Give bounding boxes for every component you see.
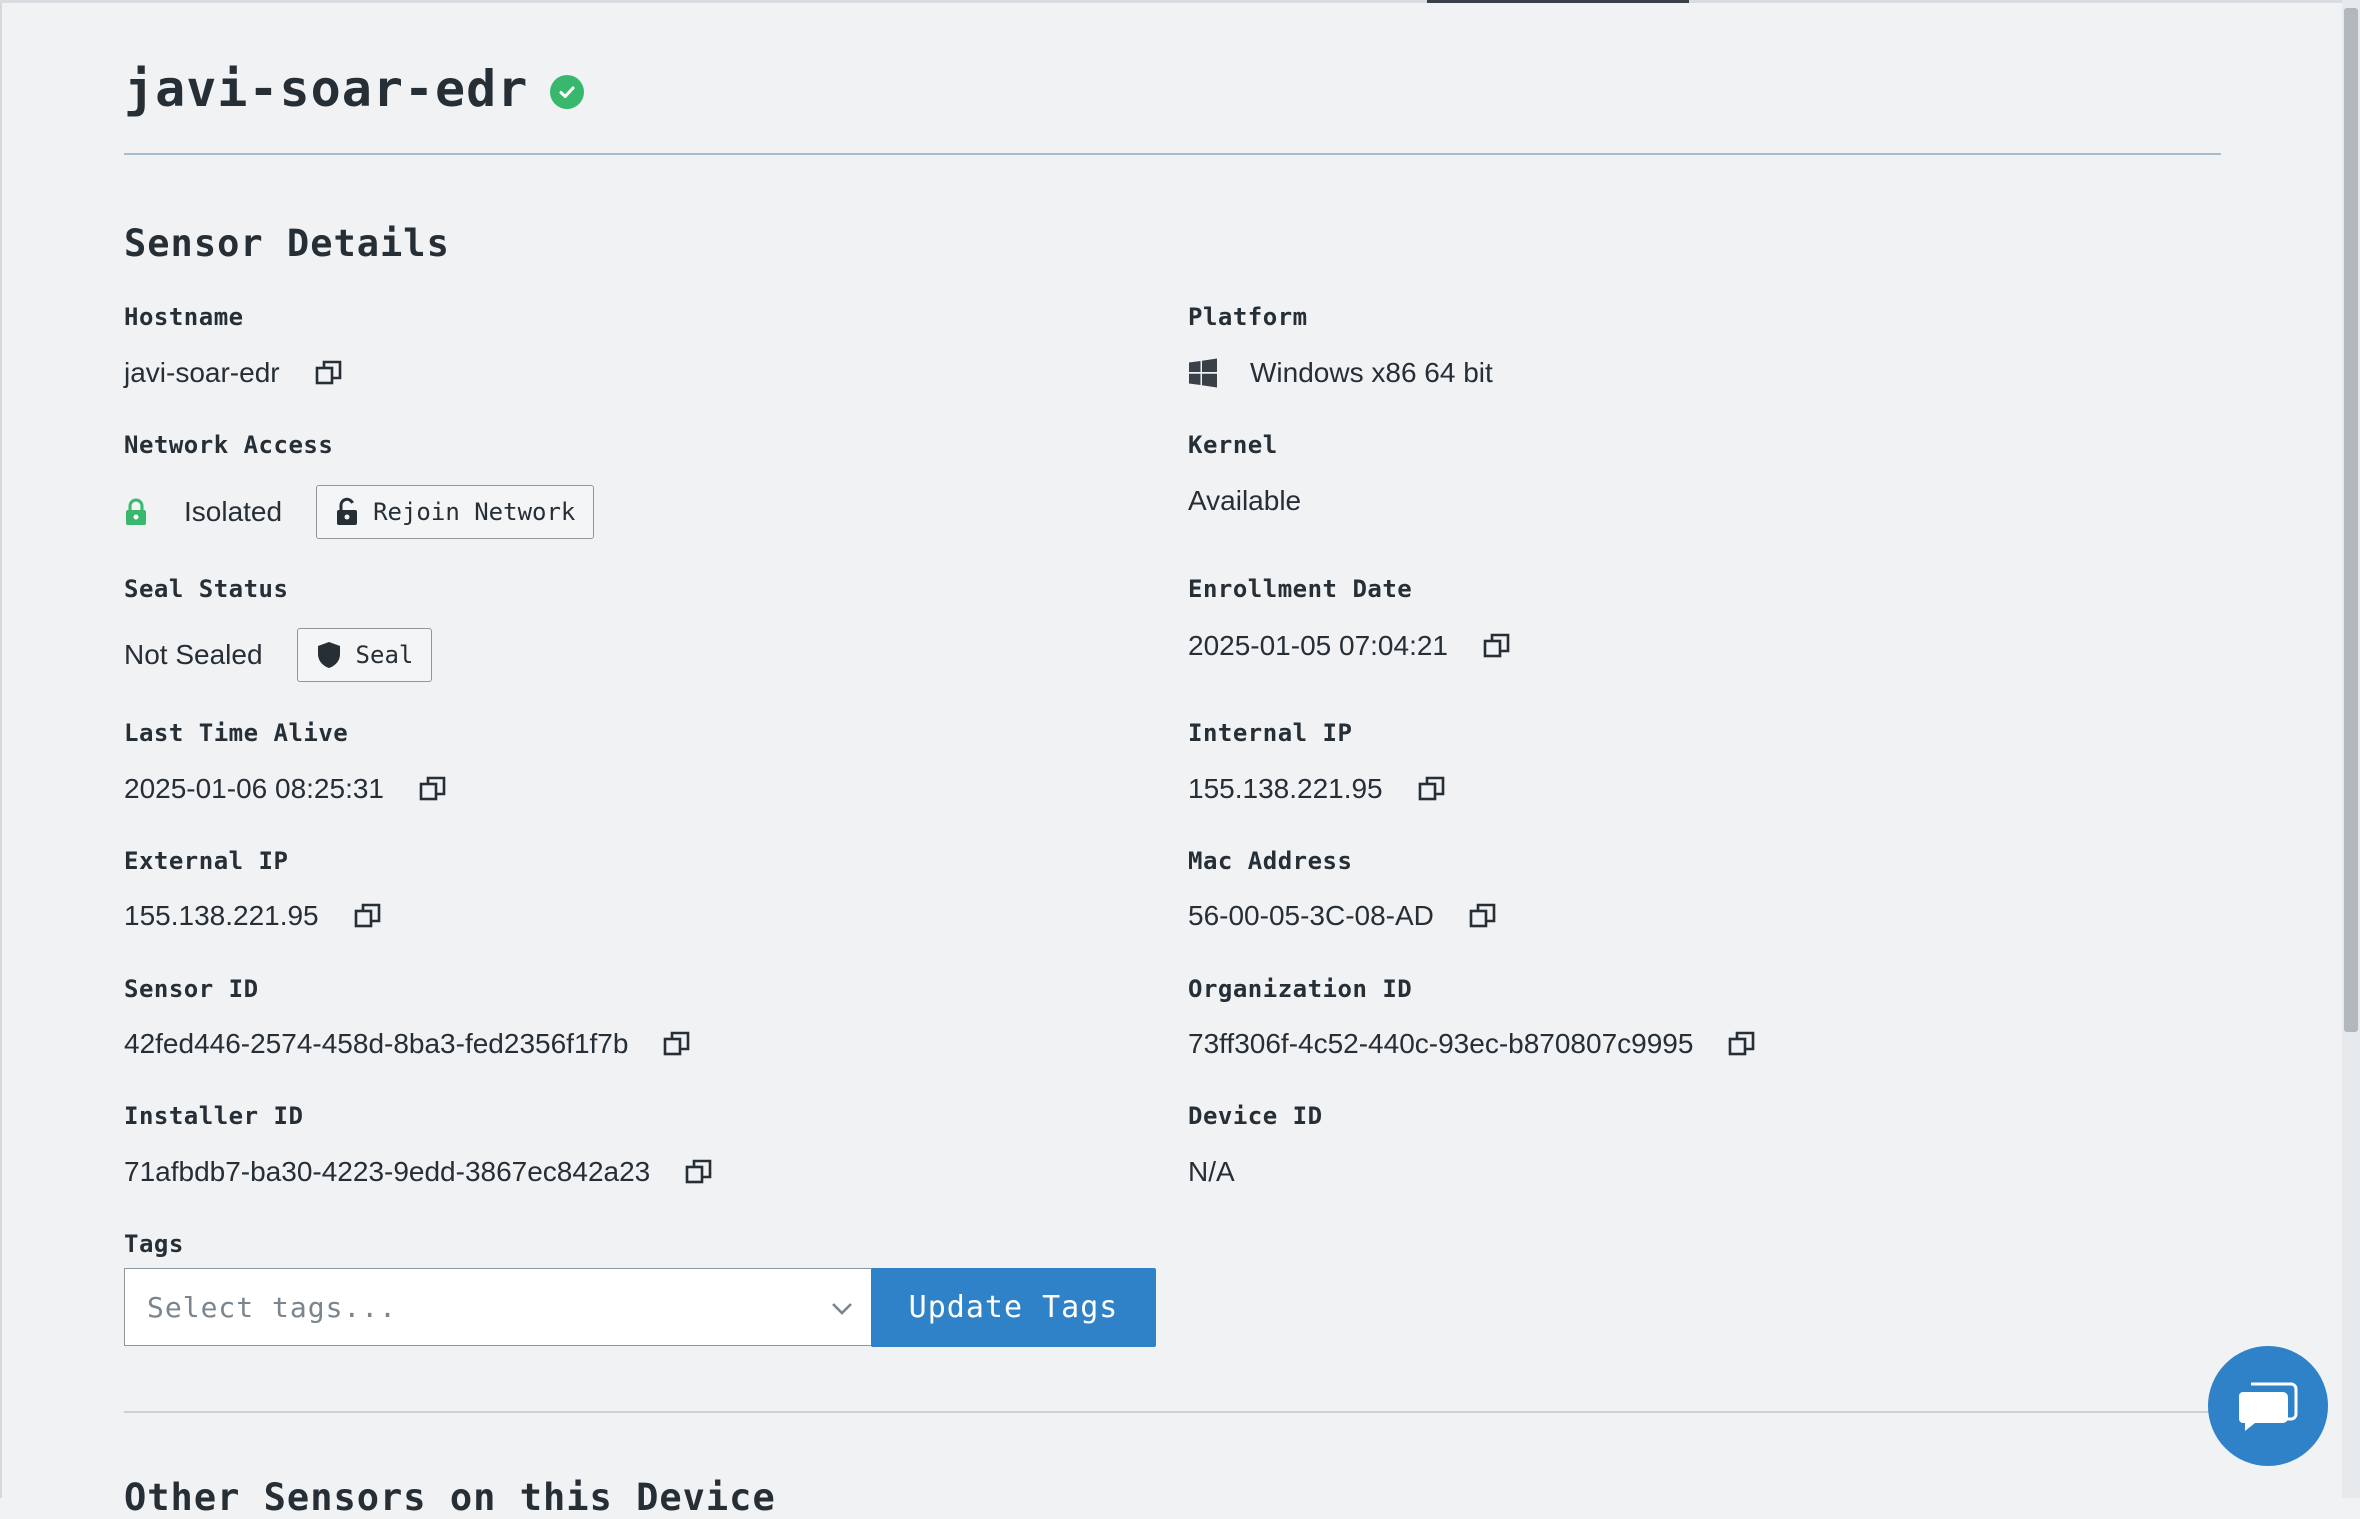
- external-ip-value: 155.138.221.95: [124, 900, 319, 931]
- rejoin-network-label: Rejoin Network: [373, 498, 576, 526]
- check-circle-icon: [550, 75, 585, 109]
- device-id-row: N/A: [1188, 1156, 1235, 1188]
- windows-icon: [1188, 358, 1218, 388]
- internal-ip-value: 155.138.221.95: [1188, 773, 1383, 804]
- device-id-value: N/A: [1188, 1156, 1235, 1187]
- installer-id-row: 71afbdb7-ba30-4223-9edd-3867ec842a23: [124, 1156, 714, 1188]
- shield-icon: [317, 642, 340, 668]
- hostname-value: javi-soar-edr: [124, 357, 280, 388]
- rejoin-network-button[interactable]: Rejoin Network: [316, 485, 595, 539]
- organization-id-value: 73ff306f-4c52-440c-93ec-b870807c9995: [1188, 1028, 1694, 1059]
- last-time-alive-label: Last Time Alive: [124, 719, 349, 747]
- installer-id-label: Installer ID: [124, 1102, 304, 1130]
- installer-id-value: 71afbdb7-ba30-4223-9edd-3867ec842a23: [124, 1156, 651, 1187]
- enrollment-date-row: 2025-01-05 07:04:21: [1188, 630, 1512, 662]
- lock-icon: [124, 497, 152, 527]
- device-id-label: Device ID: [1188, 1102, 1323, 1130]
- kernel-row: Available: [1188, 485, 1301, 517]
- section-divider: [124, 1411, 2221, 1413]
- sensor-id-row: 42fed446-2574-458d-8ba3-fed2356f1f7b: [124, 1028, 692, 1060]
- last-time-alive-row: 2025-01-06 08:25:31: [124, 773, 448, 805]
- chat-button[interactable]: [2208, 1346, 2328, 1466]
- scrollbar-thumb[interactable]: [2344, 8, 2358, 1032]
- sensor-id-value: 42fed446-2574-458d-8ba3-fed2356f1f7b: [124, 1028, 629, 1059]
- network-access-label: Network Access: [124, 431, 334, 459]
- platform-label: Platform: [1188, 303, 1308, 331]
- external-ip-label: External IP: [124, 847, 289, 875]
- internal-ip-row: 155.138.221.95: [1188, 773, 1447, 805]
- enrollment-date-label: Enrollment Date: [1188, 575, 1413, 603]
- copy-icon[interactable]: [418, 774, 448, 804]
- copy-icon[interactable]: [662, 1029, 692, 1059]
- copy-icon[interactable]: [684, 1157, 714, 1187]
- kernel-label: Kernel: [1188, 431, 1278, 459]
- copy-icon[interactable]: [1468, 901, 1498, 931]
- seal-status-row: Not Sealed Seal: [124, 628, 433, 682]
- hostname-label: Hostname: [124, 303, 244, 331]
- platform-row: Windows x86 64 bit: [1188, 357, 1493, 389]
- copy-icon[interactable]: [1727, 1029, 1757, 1059]
- seal-button-label: Seal: [355, 641, 414, 669]
- external-ip-row: 155.138.221.95: [124, 900, 383, 932]
- kernel-value: Available: [1188, 485, 1302, 516]
- last-time-alive-value: 2025-01-06 08:25:31: [124, 773, 384, 804]
- seal-status-value: Not Sealed: [124, 639, 263, 670]
- copy-icon[interactable]: [314, 358, 344, 388]
- platform-value: Windows x86 64 bit: [1250, 357, 1493, 388]
- seal-button[interactable]: Seal: [296, 628, 433, 682]
- mac-address-label: Mac Address: [1188, 847, 1353, 875]
- network-access-value: Isolated: [184, 496, 283, 527]
- copy-icon[interactable]: [1417, 774, 1447, 804]
- page-title: javi-soar-edr: [124, 60, 529, 118]
- header-divider: [124, 153, 2221, 155]
- chevron-down-icon: [829, 1295, 855, 1326]
- page-header: javi-soar-edr: [124, 60, 585, 118]
- mac-address-row: 56-00-05-3C-08-AD: [1188, 900, 1498, 932]
- unlock-icon: [337, 497, 358, 525]
- sensor-id-label: Sensor ID: [124, 975, 259, 1003]
- seal-status-label: Seal Status: [124, 575, 289, 603]
- enrollment-date-value: 2025-01-05 07:04:21: [1188, 630, 1448, 661]
- mac-address-value: 56-00-05-3C-08-AD: [1188, 900, 1434, 931]
- tags-select[interactable]: Select tags...: [124, 1268, 878, 1346]
- copy-icon[interactable]: [1482, 631, 1512, 661]
- chat-bubble-icon: [2239, 1382, 2298, 1431]
- left-border: [0, 0, 2, 1498]
- tags-placeholder: Select tags...: [147, 1290, 398, 1324]
- top-border: [0, 0, 2345, 3]
- active-tab-indicator: [1427, 0, 1689, 3]
- network-access-row: Isolated Rejoin Network: [124, 485, 595, 539]
- section-title: Sensor Details: [124, 222, 450, 265]
- internal-ip-label: Internal IP: [1188, 719, 1353, 747]
- organization-id-row: 73ff306f-4c52-440c-93ec-b870807c9995: [1188, 1028, 1757, 1060]
- update-tags-button[interactable]: Update Tags: [871, 1268, 1156, 1347]
- tags-label: Tags: [124, 1230, 184, 1258]
- organization-id-label: Organization ID: [1188, 975, 1413, 1003]
- copy-icon[interactable]: [353, 901, 383, 931]
- hostname-row: javi-soar-edr: [124, 357, 344, 389]
